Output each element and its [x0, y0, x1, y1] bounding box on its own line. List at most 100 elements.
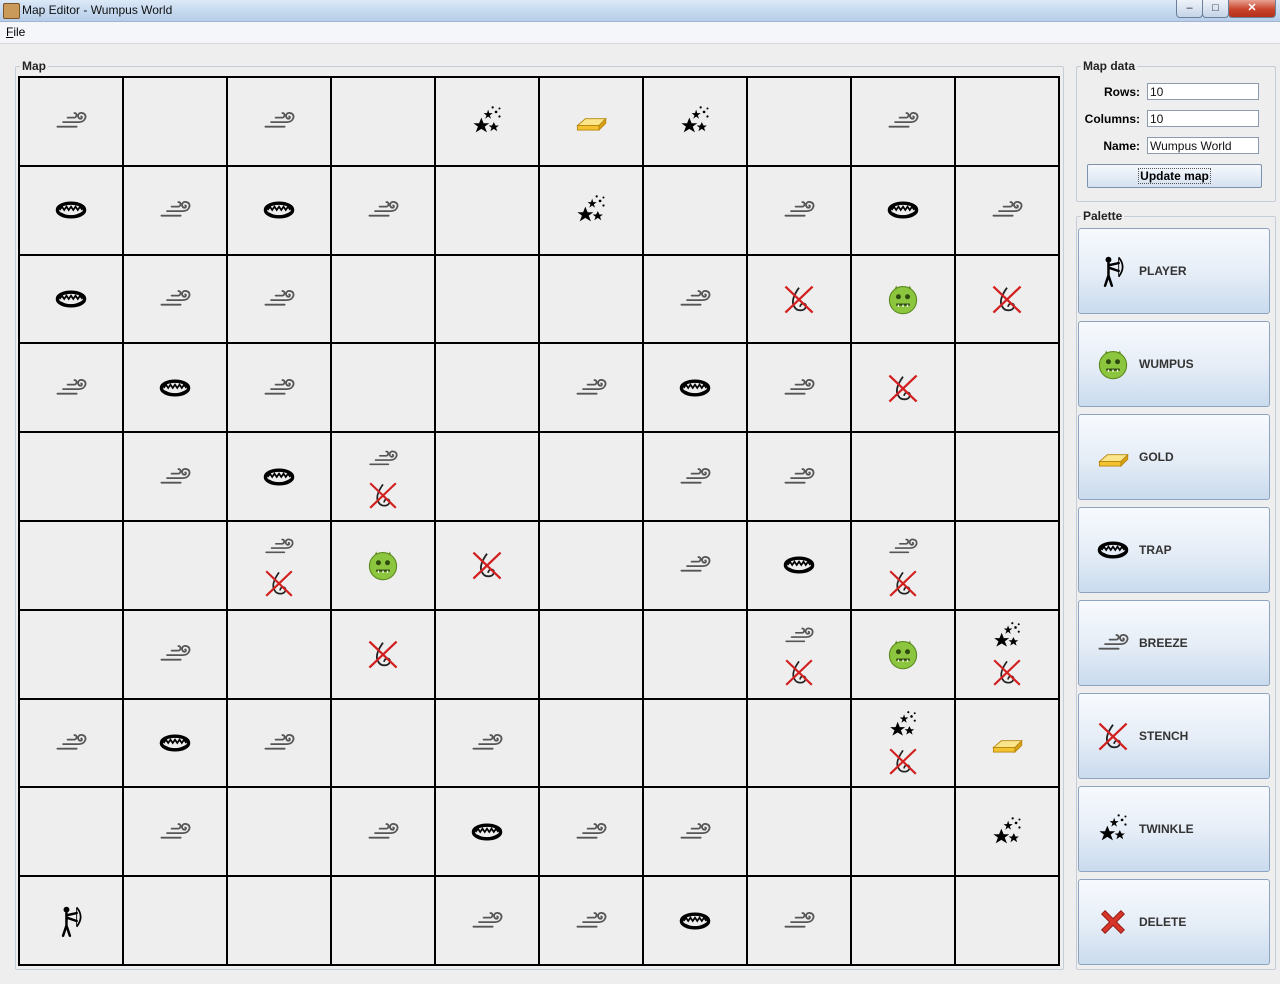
map-cell-r7-c8[interactable] — [852, 699, 956, 789]
map-cell-r2-c4[interactable] — [436, 255, 540, 345]
map-cell-r3-c8[interactable] — [852, 344, 956, 434]
map-grid[interactable] — [18, 76, 1060, 966]
map-cell-r0-c1[interactable] — [124, 78, 228, 167]
map-cell-r1-c4[interactable] — [436, 166, 540, 256]
map-cell-r1-c9[interactable] — [956, 166, 1060, 256]
map-cell-r0-c7[interactable] — [748, 78, 852, 167]
map-cell-r3-c3[interactable] — [332, 344, 436, 434]
map-cell-r7-c1[interactable] — [124, 699, 228, 789]
map-cell-r4-c1[interactable] — [124, 433, 228, 522]
map-cell-r9-c4[interactable] — [436, 877, 540, 966]
map-cell-r1-c0[interactable] — [20, 166, 124, 256]
map-cell-r1-c2[interactable] — [228, 166, 332, 256]
map-cell-r3-c5[interactable] — [540, 344, 644, 434]
map-cell-r9-c0[interactable] — [20, 877, 124, 966]
map-cell-r1-c5[interactable] — [540, 166, 644, 256]
update-map-button[interactable]: Update map — [1087, 164, 1262, 188]
palette-wumpus-button[interactable]: WUMPUS — [1078, 321, 1270, 407]
map-cell-r5-c0[interactable] — [20, 521, 124, 611]
maximize-button[interactable]: □ — [1202, 0, 1229, 18]
map-cell-r1-c8[interactable] — [852, 166, 956, 256]
map-cell-r8-c9[interactable] — [956, 788, 1060, 878]
map-cell-r4-c6[interactable] — [644, 433, 748, 522]
map-cell-r6-c0[interactable] — [20, 610, 124, 700]
palette-stench-button[interactable]: STENCH — [1078, 693, 1270, 779]
name-field[interactable] — [1147, 137, 1259, 154]
map-cell-r6-c4[interactable] — [436, 610, 540, 700]
palette-twinkle-button[interactable]: TWINKLE — [1078, 786, 1270, 872]
map-cell-r5-c5[interactable] — [540, 521, 644, 611]
map-cell-r0-c6[interactable] — [644, 78, 748, 167]
palette-delete-button[interactable]: DELETE — [1078, 879, 1270, 965]
map-cell-r7-c3[interactable] — [332, 699, 436, 789]
map-cell-r4-c3[interactable] — [332, 433, 436, 522]
map-cell-r2-c8[interactable] — [852, 255, 956, 345]
map-cell-r7-c5[interactable] — [540, 699, 644, 789]
map-cell-r0-c2[interactable] — [228, 78, 332, 167]
map-cell-r7-c0[interactable] — [20, 699, 124, 789]
map-cell-r4-c0[interactable] — [20, 433, 124, 522]
map-cell-r9-c2[interactable] — [228, 877, 332, 966]
map-cell-r2-c3[interactable] — [332, 255, 436, 345]
map-cell-r4-c7[interactable] — [748, 433, 852, 522]
map-cell-r2-c0[interactable] — [20, 255, 124, 345]
map-cell-r2-c9[interactable] — [956, 255, 1060, 345]
map-cell-r3-c9[interactable] — [956, 344, 1060, 434]
palette-player-button[interactable]: PLAYER — [1078, 228, 1270, 314]
palette-trap-button[interactable]: TRAP — [1078, 507, 1270, 593]
map-cell-r2-c7[interactable] — [748, 255, 852, 345]
map-cell-r2-c6[interactable] — [644, 255, 748, 345]
map-cell-r1-c7[interactable] — [748, 166, 852, 256]
palette-gold-button[interactable]: GOLD — [1078, 414, 1270, 500]
columns-field[interactable] — [1147, 110, 1259, 127]
map-cell-r0-c8[interactable] — [852, 78, 956, 167]
map-cell-r6-c6[interactable] — [644, 610, 748, 700]
map-cell-r9-c3[interactable] — [332, 877, 436, 966]
map-cell-r0-c0[interactable] — [20, 78, 124, 167]
map-cell-r6-c8[interactable] — [852, 610, 956, 700]
map-cell-r4-c8[interactable] — [852, 433, 956, 522]
map-cell-r5-c7[interactable] — [748, 521, 852, 611]
map-cell-r6-c2[interactable] — [228, 610, 332, 700]
map-cell-r8-c0[interactable] — [20, 788, 124, 878]
map-cell-r7-c9[interactable] — [956, 699, 1060, 789]
map-cell-r5-c3[interactable] — [332, 521, 436, 611]
map-cell-r3-c0[interactable] — [20, 344, 124, 434]
map-cell-r6-c5[interactable] — [540, 610, 644, 700]
map-cell-r2-c1[interactable] — [124, 255, 228, 345]
map-cell-r4-c4[interactable] — [436, 433, 540, 522]
map-cell-r0-c9[interactable] — [956, 78, 1060, 167]
map-cell-r7-c7[interactable] — [748, 699, 852, 789]
map-cell-r5-c8[interactable] — [852, 521, 956, 611]
map-cell-r5-c6[interactable] — [644, 521, 748, 611]
map-cell-r7-c2[interactable] — [228, 699, 332, 789]
map-cell-r7-c6[interactable] — [644, 699, 748, 789]
rows-field[interactable] — [1147, 83, 1259, 100]
map-cell-r0-c5[interactable] — [540, 78, 644, 167]
map-cell-r1-c3[interactable] — [332, 166, 436, 256]
map-cell-r3-c7[interactable] — [748, 344, 852, 434]
map-cell-r3-c4[interactable] — [436, 344, 540, 434]
map-cell-r2-c2[interactable] — [228, 255, 332, 345]
map-cell-r3-c6[interactable] — [644, 344, 748, 434]
map-cell-r3-c1[interactable] — [124, 344, 228, 434]
map-cell-r7-c4[interactable] — [436, 699, 540, 789]
map-cell-r8-c4[interactable] — [436, 788, 540, 878]
map-cell-r4-c2[interactable] — [228, 433, 332, 522]
close-button[interactable]: ✕ — [1228, 0, 1276, 18]
map-cell-r8-c7[interactable] — [748, 788, 852, 878]
map-cell-r8-c2[interactable] — [228, 788, 332, 878]
map-cell-r6-c1[interactable] — [124, 610, 228, 700]
map-cell-r0-c4[interactable] — [436, 78, 540, 167]
map-cell-r8-c1[interactable] — [124, 788, 228, 878]
map-cell-r0-c3[interactable] — [332, 78, 436, 167]
map-cell-r5-c1[interactable] — [124, 521, 228, 611]
minimize-button[interactable]: – — [1176, 0, 1203, 18]
map-cell-r6-c9[interactable] — [956, 610, 1060, 700]
map-cell-r5-c4[interactable] — [436, 521, 540, 611]
map-cell-r1-c1[interactable] — [124, 166, 228, 256]
map-cell-r8-c5[interactable] — [540, 788, 644, 878]
map-cell-r2-c5[interactable] — [540, 255, 644, 345]
map-cell-r5-c9[interactable] — [956, 521, 1060, 611]
map-cell-r8-c3[interactable] — [332, 788, 436, 878]
